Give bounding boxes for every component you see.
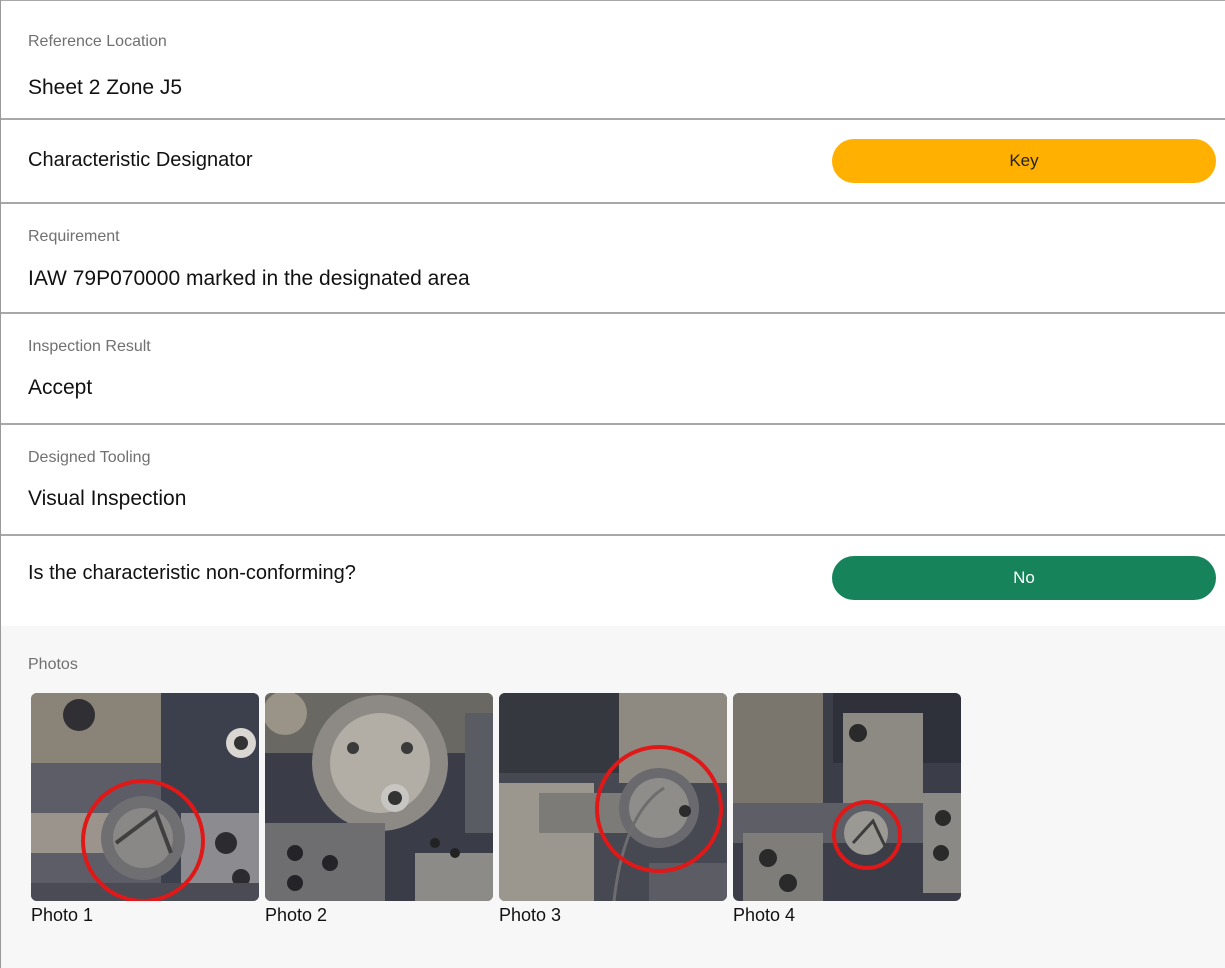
non-conforming-row: Is the characteristic non-conforming? No bbox=[1, 536, 1225, 626]
photo-tile-3: Photo 3 bbox=[499, 693, 727, 926]
photos-label: Photos bbox=[28, 656, 78, 673]
inspection-result-value: Accept bbox=[28, 376, 93, 399]
inspection-result-row: Inspection Result Accept bbox=[1, 314, 1225, 425]
form-panel: Reference Location Sheet 2 Zone J5 Chara… bbox=[0, 0, 1225, 968]
photo-4-thumbnail[interactable] bbox=[733, 693, 961, 901]
designed-tooling-row: Designed Tooling Visual Inspection bbox=[1, 425, 1225, 536]
designed-tooling-value: Visual Inspection bbox=[28, 487, 187, 510]
designed-tooling-label: Designed Tooling bbox=[28, 449, 151, 466]
requirement-label: Requirement bbox=[28, 228, 120, 245]
photo-2-thumbnail[interactable] bbox=[265, 693, 493, 901]
requirement-value: IAW 79P070000 marked in the designated a… bbox=[28, 267, 470, 290]
reference-location-row: Reference Location Sheet 2 Zone J5 bbox=[1, 0, 1225, 120]
photos-section: Photos Photo 1 Photo 2 Photo 3 Photo 4 bbox=[1, 626, 1225, 968]
non-conforming-label: Is the characteristic non-conforming? bbox=[28, 562, 356, 584]
photo-tile-2: Photo 2 bbox=[265, 693, 493, 926]
requirement-row: Requirement IAW 79P070000 marked in the … bbox=[1, 204, 1225, 314]
photo-1-caption: Photo 1 bbox=[31, 905, 94, 925]
reference-location-label: Reference Location bbox=[28, 33, 167, 50]
photo-tile-1: Photo 1 bbox=[31, 693, 259, 926]
photo-4-caption: Photo 4 bbox=[733, 905, 796, 925]
inspection-result-label: Inspection Result bbox=[28, 338, 151, 355]
photo-3-caption: Photo 3 bbox=[499, 905, 562, 925]
reference-location-value: Sheet 2 Zone J5 bbox=[28, 76, 183, 99]
photo-2-caption: Photo 2 bbox=[265, 905, 328, 925]
characteristic-designator-row: Characteristic Designator Key bbox=[1, 120, 1225, 204]
characteristic-designator-label: Characteristic Designator bbox=[28, 149, 253, 171]
photo-3-thumbnail[interactable] bbox=[499, 693, 727, 901]
non-conforming-no-button[interactable]: No bbox=[832, 556, 1216, 600]
photo-1-thumbnail[interactable] bbox=[31, 693, 259, 901]
designator-key-button[interactable]: Key bbox=[832, 139, 1216, 183]
photo-tile-4: Photo 4 bbox=[733, 693, 961, 926]
